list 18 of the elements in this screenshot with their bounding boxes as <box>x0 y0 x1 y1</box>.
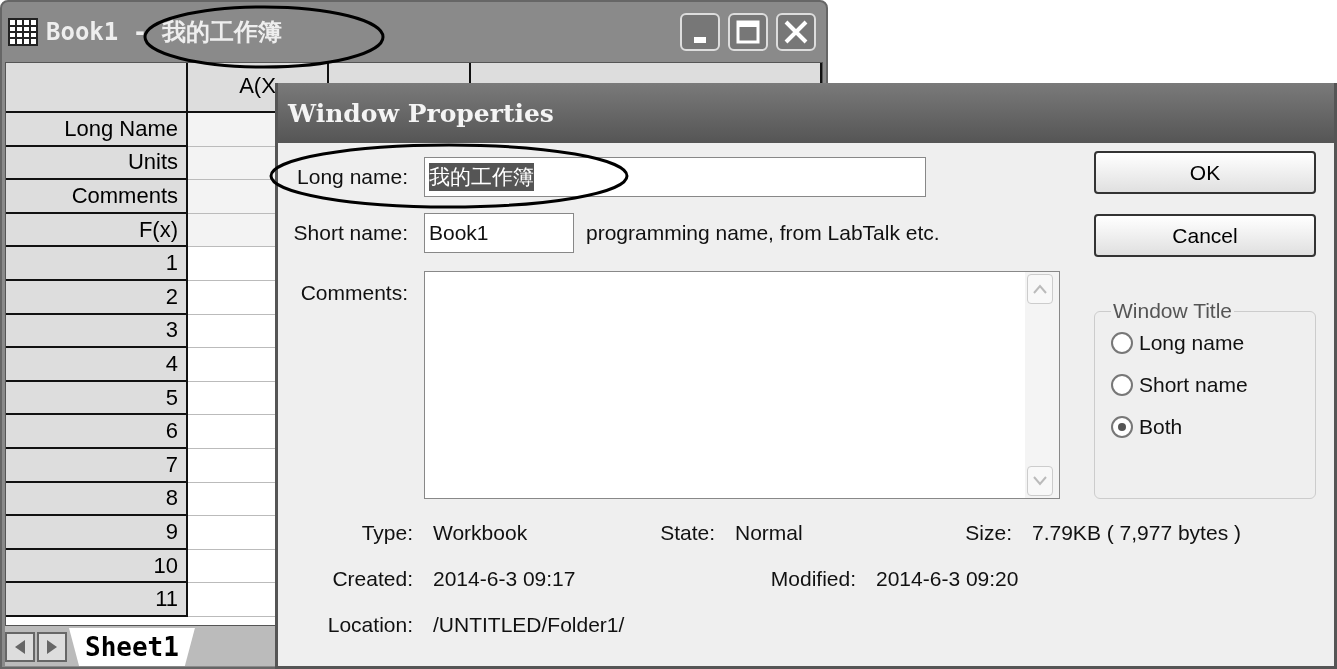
info-value: Normal <box>735 521 804 545</box>
group-title: Window Title <box>1112 299 1234 323</box>
field-label: Short name: <box>292 221 408 245</box>
info-value: 2014-6-3 09:17 <box>433 567 577 591</box>
field-label: Comments: <box>299 281 408 305</box>
info-value: 7.79KB ( 7,977 bytes ) <box>1032 521 1241 545</box>
info-value: /UNTITLED/Folder1/ <box>433 613 625 637</box>
hint-text: programming name, from LabTalk etc. <box>586 221 940 245</box>
field-label: Long name: <box>296 165 408 189</box>
info-value: Workbook <box>433 521 529 545</box>
info-label: Modified: <box>769 567 857 591</box>
info-label: Type: <box>360 521 414 545</box>
info-label: Created: <box>331 567 414 591</box>
info-value: 2014-6-3 09:20 <box>876 567 1019 591</box>
window-title: Book1 - 我的工作簿 <box>46 17 283 48</box>
info-label: Size: <box>965 521 1013 545</box>
info-label: Location: <box>326 613 414 637</box>
info-label: State: <box>659 521 716 545</box>
